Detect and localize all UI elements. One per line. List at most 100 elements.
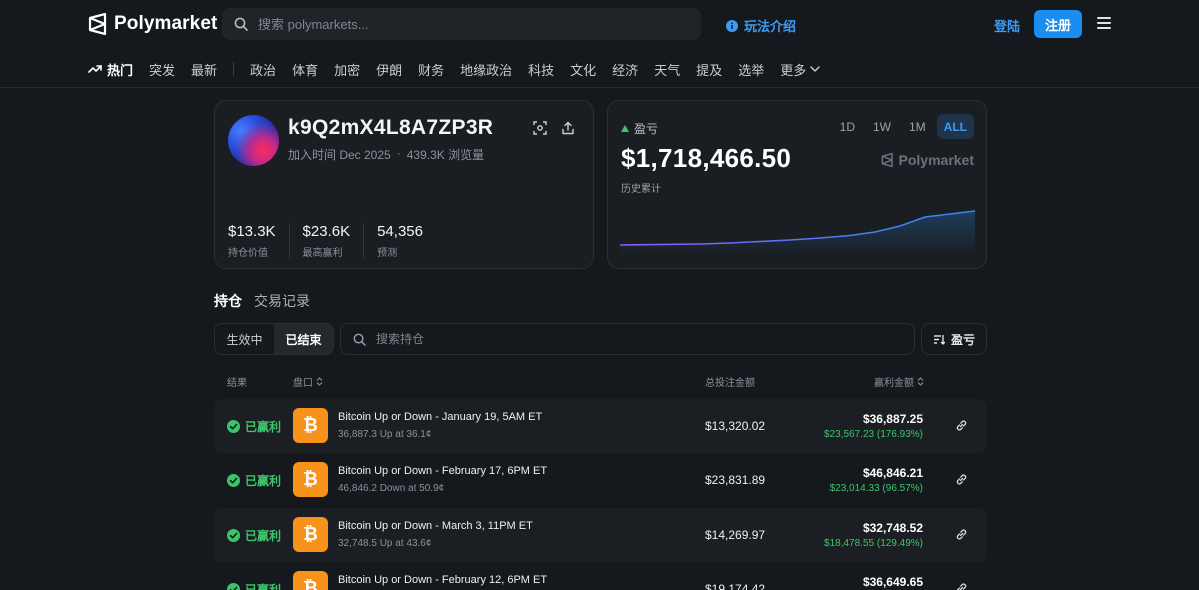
- range-1d[interactable]: 1D: [833, 114, 862, 139]
- scan-icon[interactable]: [532, 120, 548, 136]
- chevron-down-icon: [810, 66, 820, 72]
- positions-search[interactable]: [340, 323, 915, 355]
- sort-icon: [933, 334, 945, 345]
- result-badge: 已赢利: [227, 418, 281, 435]
- triangle-up-icon: [621, 125, 629, 132]
- result-badge: 已赢利: [227, 472, 281, 489]
- result-text: 已赢利: [245, 583, 282, 590]
- range-1m[interactable]: 1M: [902, 114, 933, 139]
- table-row[interactable]: 已赢利 ₿ Bitcoin Up or Down - January 19, 5…: [214, 399, 987, 453]
- nav-culture[interactable]: 文化: [570, 60, 596, 79]
- nav-sports[interactable]: 体育: [292, 60, 318, 79]
- market-subtitle: 46,846.2 Down at 50.9¢: [338, 483, 445, 494]
- tab-positions[interactable]: 持仓: [214, 291, 242, 311]
- market-title[interactable]: Bitcoin Up or Down - January 19, 5AM ET: [338, 411, 542, 423]
- profile-username: k9Q2mX4L8A7ZP3R: [288, 116, 494, 139]
- col-market[interactable]: 盘口: [293, 374, 323, 389]
- range-all[interactable]: ALL: [936, 114, 974, 139]
- category-nav: 热门 突发 最新 政治 体育 加密 伊朗 财务 地缘政治 科技 文化 经济 天气…: [88, 60, 836, 78]
- hamburger-menu-icon[interactable]: [1097, 17, 1111, 29]
- global-search-input[interactable]: [258, 16, 678, 32]
- nav-tech[interactable]: 科技: [528, 60, 554, 79]
- profit-change: $23,014.33 (96.57%): [829, 483, 923, 494]
- search-icon: [353, 333, 366, 346]
- howto-link[interactable]: 玩法介绍: [726, 16, 796, 35]
- link-icon[interactable]: [955, 528, 968, 541]
- filter-closed[interactable]: 已结束: [274, 324, 333, 354]
- pnl-card: 盈亏 $1,718,466.50 历史累计 1D 1W 1M ALL Polym…: [607, 100, 987, 269]
- tab-activity[interactable]: 交易记录: [254, 291, 310, 311]
- positions-tabs: 持仓 交易记录: [214, 291, 310, 311]
- link-icon[interactable]: [955, 419, 968, 432]
- result-text: 已赢利: [245, 420, 282, 434]
- result-badge: 已赢利: [227, 527, 281, 544]
- nav-mentions[interactable]: 提及: [696, 60, 722, 79]
- stat-label: 最高赢利: [302, 248, 343, 259]
- check-circle-icon: [227, 583, 240, 590]
- pnl-label-text: 盈亏: [634, 122, 659, 136]
- table-header: 结果 盘口 总投注金额 赢利金额: [214, 374, 987, 389]
- avatar: [228, 115, 279, 166]
- polymarket-logo-icon: [88, 13, 107, 35]
- table-row[interactable]: 已赢利 ₿ Bitcoin Up or Down - February 17, …: [214, 453, 987, 507]
- market-title[interactable]: Bitcoin Up or Down - February 17, 6PM ET: [338, 465, 547, 477]
- check-circle-icon: [227, 474, 240, 487]
- nav-politics[interactable]: 政治: [250, 60, 276, 79]
- col-profit[interactable]: 赢利金额: [874, 374, 924, 389]
- profile-card: k9Q2mX4L8A7ZP3R 加入时间 Dec 2025 · 439.3K 浏…: [214, 100, 594, 269]
- watermark-text: Polymarket: [898, 152, 974, 168]
- nav-economy[interactable]: 经济: [612, 60, 638, 79]
- stat-label: 预测: [377, 248, 398, 259]
- login-link[interactable]: 登陆: [994, 16, 1020, 35]
- stat-predictions: 54,356 预测: [377, 223, 436, 259]
- market-subtitle: 36,887.3 Up at 36.1¢: [338, 429, 432, 440]
- profile-views: 439.3K 浏览量: [406, 148, 485, 162]
- link-icon[interactable]: [955, 473, 968, 486]
- meta-dot: ·: [396, 146, 401, 160]
- stat-biggest-win: $23.6K 最高赢利: [303, 223, 365, 259]
- nav-iran[interactable]: 伊朗: [376, 60, 402, 79]
- profile-stats: $13.3K 持仓价值 $23.6K 最高赢利 54,356 预测: [228, 223, 449, 259]
- nav-finance[interactable]: 财务: [418, 60, 444, 79]
- search-icon: [234, 17, 248, 31]
- bitcoin-icon: ₿: [293, 408, 328, 443]
- check-circle-icon: [227, 420, 240, 433]
- nav-crypto[interactable]: 加密: [334, 60, 360, 79]
- nav-new[interactable]: 最新: [191, 60, 217, 79]
- range-selector: 1D 1W 1M ALL: [833, 114, 974, 139]
- invested-amount: $14,269.97: [705, 528, 766, 542]
- global-search[interactable]: [222, 8, 701, 40]
- market-subtitle: 32,748.5 Up at 43.6¢: [338, 538, 432, 549]
- invested-amount: $13,320.02: [705, 419, 766, 433]
- range-1w[interactable]: 1W: [866, 114, 898, 139]
- nav-geopolitics[interactable]: 地缘政治: [460, 60, 512, 79]
- sort-button[interactable]: 盈亏: [921, 323, 987, 355]
- nav-elections[interactable]: 选举: [738, 60, 764, 79]
- signup-button[interactable]: 注册: [1034, 10, 1082, 38]
- logo[interactable]: Polymarket: [88, 12, 217, 36]
- trending-up-icon: [88, 65, 102, 73]
- bitcoin-icon: ₿: [293, 462, 328, 497]
- stat-value: 54,356: [377, 223, 423, 240]
- result-text: 已赢利: [245, 529, 282, 543]
- market-title[interactable]: Bitcoin Up or Down - February 12, 6PM ET: [338, 574, 547, 586]
- filter-active[interactable]: 生效中: [215, 324, 274, 354]
- table-row[interactable]: 已赢利 ₿ Bitcoin Up or Down - February 12, …: [214, 562, 987, 590]
- nav-more-label: 更多: [780, 62, 807, 78]
- nav-trending[interactable]: 热门: [88, 60, 133, 79]
- sort-toggle-icon: [316, 377, 323, 386]
- bitcoin-icon: ₿: [293, 571, 328, 590]
- howto-label: 玩法介绍: [744, 19, 797, 34]
- invested-amount: $23,831.89: [705, 473, 766, 487]
- nav-weather[interactable]: 天气: [654, 60, 680, 79]
- positions-search-input[interactable]: [376, 332, 876, 346]
- nav-breaking[interactable]: 突发: [149, 60, 175, 79]
- nav-more[interactable]: 更多: [780, 60, 820, 79]
- market-title[interactable]: Bitcoin Up or Down - March 3, 11PM ET: [338, 520, 533, 532]
- nav-trending-label: 热门: [107, 62, 134, 78]
- nav-divider: [233, 62, 235, 76]
- link-icon[interactable]: [955, 582, 968, 590]
- table-row[interactable]: 已赢利 ₿ Bitcoin Up or Down - March 3, 11PM…: [214, 508, 987, 562]
- share-icon[interactable]: [560, 120, 576, 136]
- pnl-line-chart: [620, 210, 975, 255]
